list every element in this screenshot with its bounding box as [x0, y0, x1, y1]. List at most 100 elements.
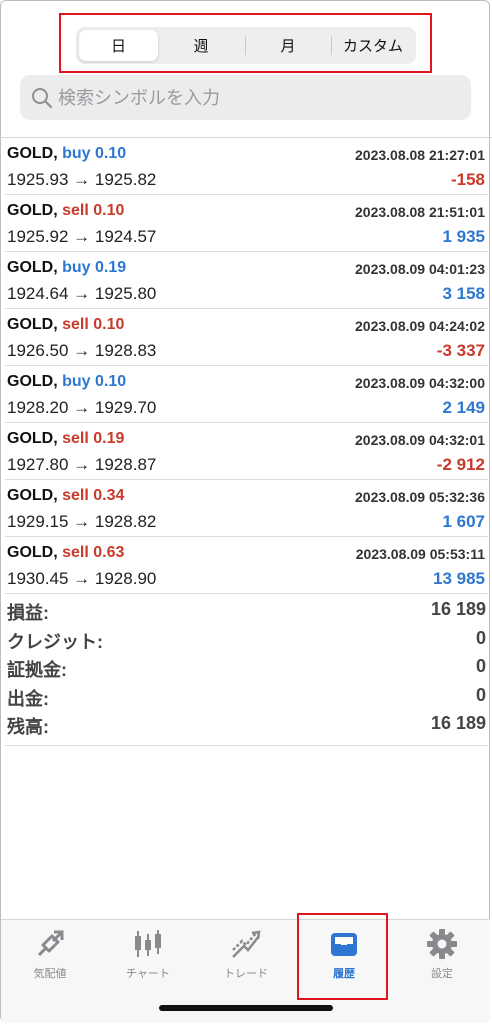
symbol-name: GOLD, — [7, 202, 58, 219]
tab-label: 履歴 — [333, 968, 355, 980]
trade-row[interactable]: GOLD, sell 0.19 2023.08.09 04:32:01 1927.8… — [5, 423, 488, 480]
trade-lots: 0.10 — [93, 202, 125, 219]
trade-row[interactable]: GOLD, sell 0.10 2023.08.08 21:51:01 1925.9… — [5, 195, 488, 252]
trade-symbol: GOLD, buy 0.10 — [7, 145, 126, 163]
summary-row: 損益: 16 189 — [5, 597, 488, 626]
trade-row[interactable]: GOLD, buy 0.19 2023.08.09 04:01:23 1924.64… — [5, 252, 488, 309]
symbol-name: GOLD, — [7, 544, 58, 561]
trade-lots: 0.10 — [95, 373, 127, 390]
search-input[interactable] — [56, 75, 460, 122]
trade-prices: 1924.64 → 1925.80 — [7, 284, 157, 303]
trade-symbol: GOLD, sell 0.10 — [7, 202, 124, 220]
trade-side: buy — [62, 145, 91, 162]
summary-section: 損益: 16 189 クレジット: 0 証拠金: 0 出金: 0 残高: 16 189 — [5, 597, 488, 746]
summary-row: 証拠金: 0 — [5, 654, 488, 683]
tab-settings[interactable]: 設定 — [393, 920, 491, 990]
gear-icon — [427, 929, 457, 959]
trade-side: buy — [62, 373, 91, 390]
trade-time: 2023.08.09 04:01:23 — [355, 261, 485, 277]
trade-prices: 1927.80 → 1928.87 — [7, 455, 157, 474]
summary-row: 出金: 0 — [5, 683, 488, 712]
summary-label: 証拠金: — [7, 660, 67, 680]
trade-prices: 1928.20 → 1929.70 — [7, 398, 157, 417]
trade-prices: 1925.93 → 1925.82 — [7, 170, 157, 189]
trade-symbol: GOLD, buy 0.19 — [7, 259, 126, 277]
trade-icon — [232, 930, 261, 958]
trade-side: sell — [62, 487, 89, 504]
trade-profit: 13 985 — [433, 569, 485, 588]
summary-label: 残高: — [7, 717, 49, 737]
summary-value: 0 — [475, 684, 486, 705]
candlestick-icon — [135, 930, 161, 957]
quotes-icon — [37, 930, 64, 957]
period-segmented-control: 日 週 月 カスタム — [76, 27, 416, 64]
summary-label: 損益: — [7, 603, 49, 623]
symbol-name: GOLD, — [7, 373, 58, 390]
summary-row: 残高: 16 189 — [5, 711, 488, 740]
trade-side: sell — [62, 430, 89, 447]
home-indicator — [159, 1005, 333, 1011]
trade-prices: 1925.92 → 1924.57 — [7, 227, 157, 246]
trade-time: 2023.08.09 04:32:00 — [355, 375, 485, 391]
summary-row: クレジット: 0 — [5, 626, 488, 655]
trade-time: 2023.08.08 21:27:01 — [355, 147, 485, 163]
trade-row[interactable]: GOLD, sell 0.63 2023.08.09 05:53:11 1930.4… — [5, 537, 488, 594]
trade-lots: 0.10 — [95, 145, 127, 162]
summary-label: クレジット: — [7, 631, 103, 652]
tab-trade[interactable]: トレード — [197, 920, 295, 990]
trade-time: 2023.08.09 04:24:02 — [355, 318, 485, 334]
trade-profit: -3 337 — [436, 341, 485, 360]
symbol-name: GOLD, — [7, 145, 58, 162]
search-icon — [32, 88, 53, 109]
trade-prices: 1930.45 → 1928.90 — [7, 569, 157, 588]
segment-month[interactable]: 月 — [246, 30, 330, 61]
trade-symbol: GOLD, sell 0.63 — [7, 544, 124, 562]
symbol-name: GOLD, — [7, 430, 58, 447]
trade-profit: 2 149 — [442, 398, 485, 417]
summary-value: 0 — [475, 656, 486, 676]
trade-symbol: GOLD, sell 0.19 — [7, 430, 124, 448]
trade-lots: 0.19 — [95, 259, 127, 276]
segment-custom[interactable]: カスタム — [332, 30, 414, 61]
trade-profit: 1 935 — [442, 227, 485, 246]
trade-side: sell — [62, 316, 89, 333]
trade-lots: 0.34 — [93, 487, 125, 504]
trade-side: sell — [62, 544, 89, 561]
trade-profit: 3 158 — [442, 284, 485, 303]
trade-lots: 0.19 — [93, 430, 125, 447]
tab-chart[interactable]: チャート — [99, 920, 197, 990]
segment-day[interactable]: 日 — [79, 30, 158, 61]
trade-prices: 1929.15 → 1928.82 — [7, 512, 157, 531]
segment-week[interactable]: 週 — [160, 30, 242, 61]
symbol-name: GOLD, — [7, 259, 58, 276]
trade-profit: 1 607 — [442, 512, 485, 531]
trade-time: 2023.08.09 04:32:01 — [355, 432, 485, 448]
symbol-name: GOLD, — [7, 487, 58, 504]
trade-time: 2023.08.08 21:51:01 — [355, 204, 485, 220]
trade-profit: -158 — [450, 170, 485, 189]
trade-time: 2023.08.09 05:32:36 — [355, 489, 485, 505]
trade-prices: 1926.50 → 1928.83 — [7, 341, 157, 360]
trade-row[interactable]: GOLD, sell 0.34 2023.08.09 05:32:36 1929.1… — [5, 480, 488, 537]
summary-value: 16 189 — [430, 599, 486, 619]
trade-lots: 0.63 — [93, 544, 125, 561]
summary-label: 出金: — [7, 688, 49, 709]
search-bar — [20, 75, 471, 122]
tab-label: チャート — [126, 968, 170, 980]
trade-history-list: GOLD, buy 0.10 2023.08.08 21:27:01 1925.93… — [0, 138, 492, 594]
tab-quotes[interactable]: 気配値 — [1, 920, 99, 990]
symbol-name: GOLD, — [7, 316, 58, 333]
trade-row[interactable]: GOLD, buy 0.10 2023.08.08 21:27:01 1925.93… — [5, 138, 488, 195]
trade-profit: -2 912 — [436, 455, 485, 474]
trade-time: 2023.08.09 05:53:11 — [355, 546, 485, 562]
tab-history[interactable]: 履歴 — [295, 920, 393, 990]
history-tray-icon — [331, 933, 357, 956]
tab-label: トレード — [224, 968, 268, 980]
trade-row[interactable]: GOLD, sell 0.10 2023.08.09 04:24:02 1926.5… — [5, 309, 488, 366]
tab-label: 気配値 — [33, 968, 67, 980]
trade-row[interactable]: GOLD, buy 0.10 2023.08.09 04:32:00 1928.20… — [5, 366, 488, 423]
trade-side: sell — [62, 202, 89, 219]
summary-value: 0 — [475, 627, 486, 648]
trade-symbol: GOLD, sell 0.10 — [7, 316, 124, 334]
trade-lots: 0.10 — [93, 316, 125, 333]
